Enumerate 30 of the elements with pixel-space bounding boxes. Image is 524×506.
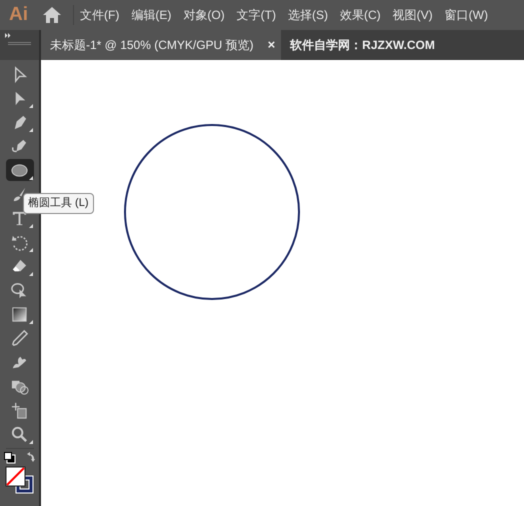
document-tab[interactable]: 未标题-1* @ 150% (CMYK/GPU 预览) × [41,30,282,60]
document-tab[interactable]: 软件自学网：RJZXW.COM [281,30,441,60]
menu-item[interactable]: 选择(S) [288,6,328,24]
double-chevron-icon[interactable] [5,33,11,38]
menu-item[interactable]: 编辑(E) [131,6,172,24]
default-colors-icon[interactable] [4,452,16,464]
corner-triangle-icon [28,176,32,180]
menu-item[interactable]: 文字(T) [236,6,276,24]
menu-item[interactable]: 效果(C) [340,6,381,24]
corner-triangle-icon [28,128,32,132]
menu-item[interactable]: 对象(O) [183,6,225,24]
corner-triangle-icon [28,272,32,276]
corner-triangle-icon [28,248,32,252]
eyedropper-icon [10,328,29,348]
crop-square-icon [10,400,29,420]
app-logo: Ai [9,2,29,27]
gradient-icon [10,304,29,324]
corner-triangle-icon [28,224,32,228]
close-tab-button[interactable]: × [268,35,276,55]
tool-button[interactable] [6,159,34,181]
menu-item[interactable]: 文件(F) [80,6,120,24]
magnifier-icon [10,424,29,444]
corner-triangle-icon [28,440,32,444]
corner-triangle-icon [28,320,32,324]
menu-item[interactable]: 视图(V) [392,6,433,24]
tooltip: 椭圆工具 (L) [23,193,94,214]
corner-triangle-icon [28,104,32,108]
menu-item[interactable]: 窗口(W) [444,6,488,24]
home-icon[interactable] [42,6,62,24]
fill-stroke-swatch-icon[interactable] [4,466,34,494]
